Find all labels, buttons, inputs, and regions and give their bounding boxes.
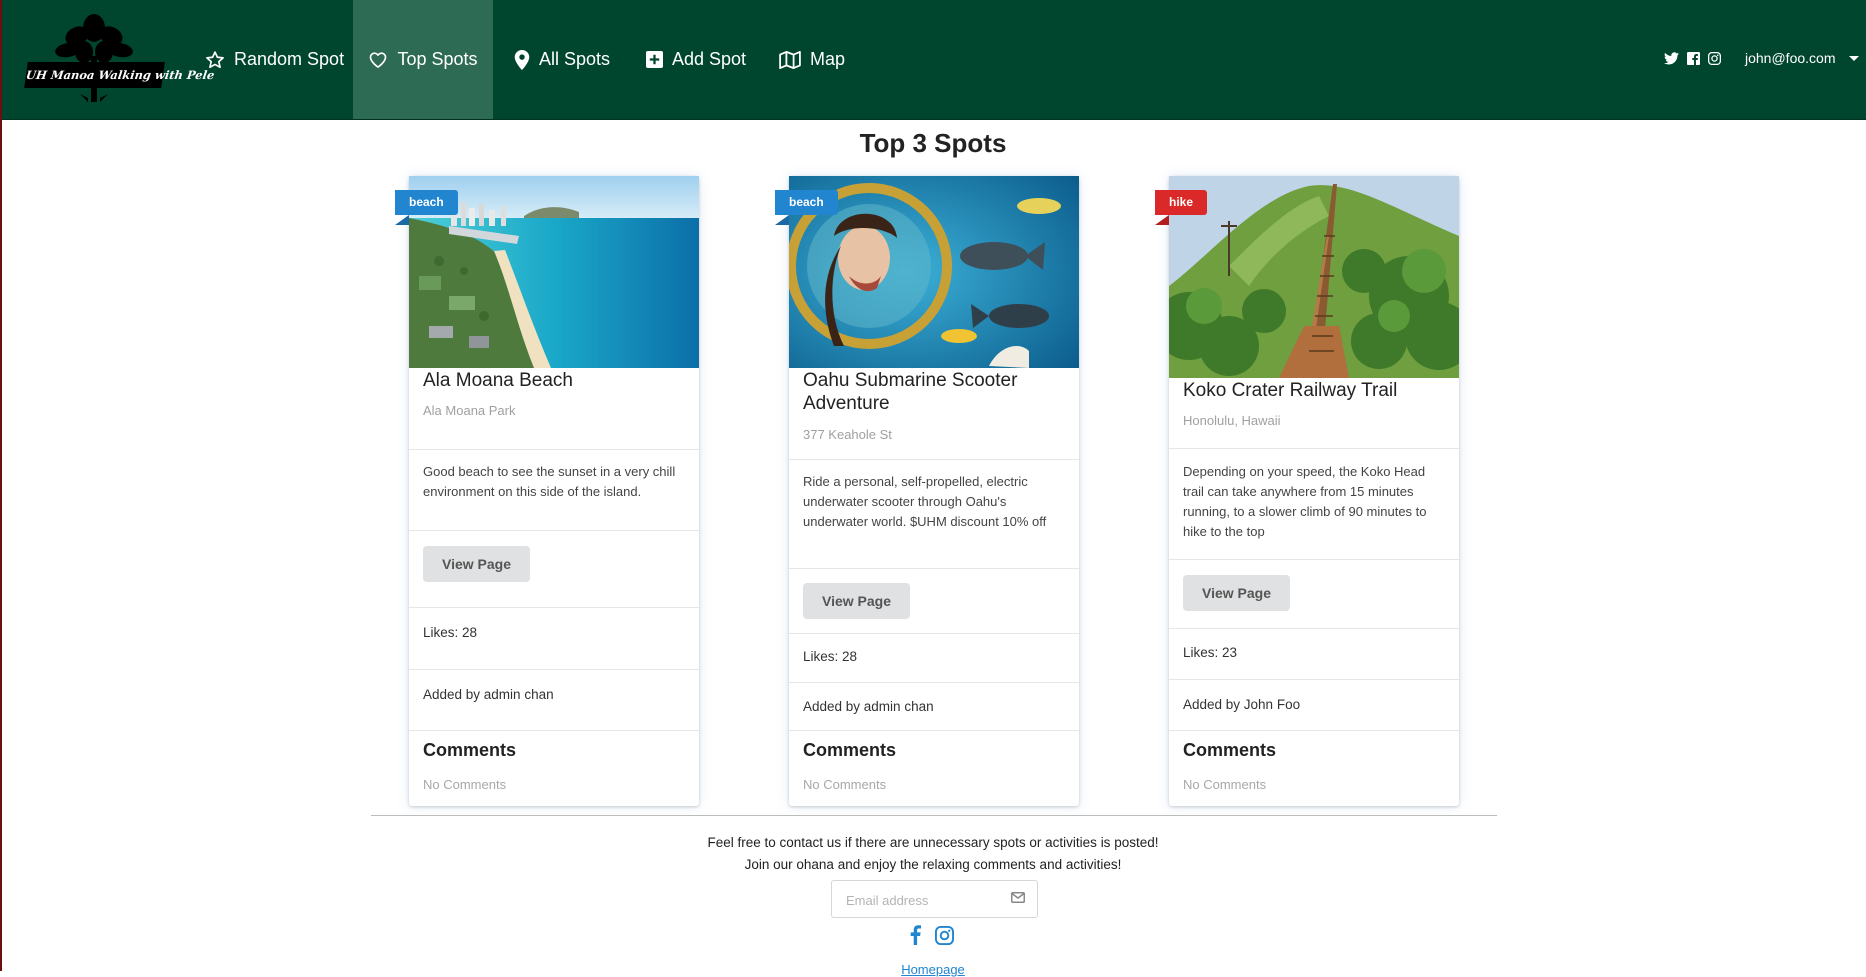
- likes-count: Likes: 28: [803, 649, 858, 664]
- divider: [789, 568, 1079, 569]
- tree-logo-icon: [55, 14, 133, 102]
- spot-location: 377 Keahole St: [803, 427, 892, 442]
- user-menu[interactable]: john@foo.com: [1745, 50, 1860, 66]
- divider: [1169, 679, 1459, 680]
- instagram-icon[interactable]: [935, 925, 954, 945]
- footer-divider: [371, 815, 1497, 816]
- trail-photo: [1169, 176, 1459, 378]
- nav-all-spots-label: All Spots: [539, 49, 611, 69]
- email-subscribe: [831, 880, 1038, 918]
- footer-join-text: Join our ohana and enjoy the relaxing co…: [744, 857, 1122, 872]
- divider: [409, 449, 699, 450]
- logo-text: UH Manoa Walking with Pele: [24, 62, 215, 88]
- comments-header: Comments: [1183, 740, 1277, 760]
- footer-contact-text: Feel free to contact us if there are unn…: [707, 835, 1159, 850]
- comments-header: Comments: [803, 740, 897, 760]
- nav-social-links: [1664, 52, 1721, 65]
- divider: [789, 633, 1079, 634]
- likes-count: Likes: 23: [1183, 645, 1238, 660]
- divider: [409, 530, 699, 531]
- nav-all-spots[interactable]: All Spots: [514, 0, 610, 119]
- heart-icon: [370, 51, 387, 68]
- user-email: john@foo.com: [1745, 50, 1836, 66]
- view-page-button[interactable]: View Page: [423, 546, 530, 582]
- spot-description: Depending on your speed, the Koko Head t…: [1183, 464, 1427, 539]
- view-page-button[interactable]: View Page: [1183, 575, 1290, 611]
- twitter-icon[interactable]: [1664, 52, 1679, 65]
- nav-random-spot-label: Random Spot: [234, 49, 345, 69]
- spot-title[interactable]: Ala Moana Beach: [423, 369, 685, 392]
- divider: [1169, 559, 1459, 560]
- divider: [409, 669, 699, 670]
- no-comments: No Comments: [1183, 777, 1267, 792]
- nav-map[interactable]: Map: [779, 0, 845, 119]
- nav-add-spot[interactable]: Add Spot: [646, 0, 746, 119]
- spot-card: hike Koko Crater Railway Trail Honolulu,…: [1155, 176, 1459, 806]
- spot-card: beach Oahu Submarine Scooter Adventure 3…: [775, 176, 1079, 806]
- nav-map-label: Map: [810, 49, 846, 69]
- divider: [1169, 628, 1459, 629]
- nav-random-spot[interactable]: Random Spot: [205, 0, 344, 119]
- footer-social-links: [910, 925, 954, 945]
- nav-top-spots-label: Top Spots: [397, 49, 478, 69]
- instagram-icon[interactable]: [1708, 52, 1721, 65]
- divider: [409, 730, 699, 731]
- facebook-icon[interactable]: [1687, 52, 1700, 65]
- email-input[interactable]: [844, 889, 1008, 911]
- spot-card: beach Ala Moana Beach Ala Moana Park Goo…: [395, 176, 699, 806]
- spot-title[interactable]: Oahu Submarine Scooter Adventure: [803, 369, 1065, 415]
- nav-add-spot-label: Add Spot: [672, 49, 747, 69]
- tag-ribbon[interactable]: beach: [395, 190, 458, 225]
- divider: [409, 607, 699, 608]
- divider: [789, 459, 1079, 460]
- divider: [789, 682, 1079, 683]
- spot-title[interactable]: Koko Crater Railway Trail: [1183, 379, 1445, 402]
- map-icon: [779, 50, 801, 69]
- added-by: Added by admin chan: [803, 699, 934, 714]
- no-comments: No Comments: [803, 777, 887, 792]
- spot-location: Honolulu, Hawaii: [1183, 413, 1281, 428]
- tag-ribbon[interactable]: hike: [1155, 190, 1208, 225]
- divider: [1169, 448, 1459, 449]
- spot-description: Good beach to see the sunset in a very c…: [423, 464, 676, 499]
- nav-top-spots[interactable]: Top Spots: [353, 0, 493, 119]
- spot-image: [1169, 176, 1459, 378]
- comments-header: Comments: [423, 740, 517, 760]
- added-by: Added by admin chan: [423, 687, 554, 702]
- top-navbar: UH Manoa Walking with Pele Random Spot T…: [2, 0, 1866, 120]
- plus-square-icon: [646, 51, 663, 68]
- homepage-link[interactable]: Homepage: [0, 962, 1866, 977]
- spot-location: Ala Moana Park: [423, 403, 516, 418]
- added-by: Added by John Foo: [1183, 697, 1301, 712]
- site-logo[interactable]: UH Manoa Walking with Pele: [22, 14, 215, 104]
- star-icon: [206, 50, 224, 68]
- facebook-icon[interactable]: [910, 925, 921, 945]
- no-comments: No Comments: [423, 777, 507, 792]
- likes-count: Likes: 28: [423, 625, 478, 640]
- view-page-button[interactable]: View Page: [803, 583, 910, 619]
- page-title: Top 3 Spots: [859, 128, 1007, 158]
- chevron-down-icon: [1849, 55, 1860, 61]
- spot-description: Ride a personal, self-propelled, electri…: [803, 474, 1047, 529]
- envelope-icon[interactable]: [1011, 892, 1025, 903]
- divider: [789, 730, 1079, 731]
- map-pin-icon: [514, 49, 530, 70]
- tag-ribbon[interactable]: beach: [775, 190, 838, 225]
- divider: [1169, 730, 1459, 731]
